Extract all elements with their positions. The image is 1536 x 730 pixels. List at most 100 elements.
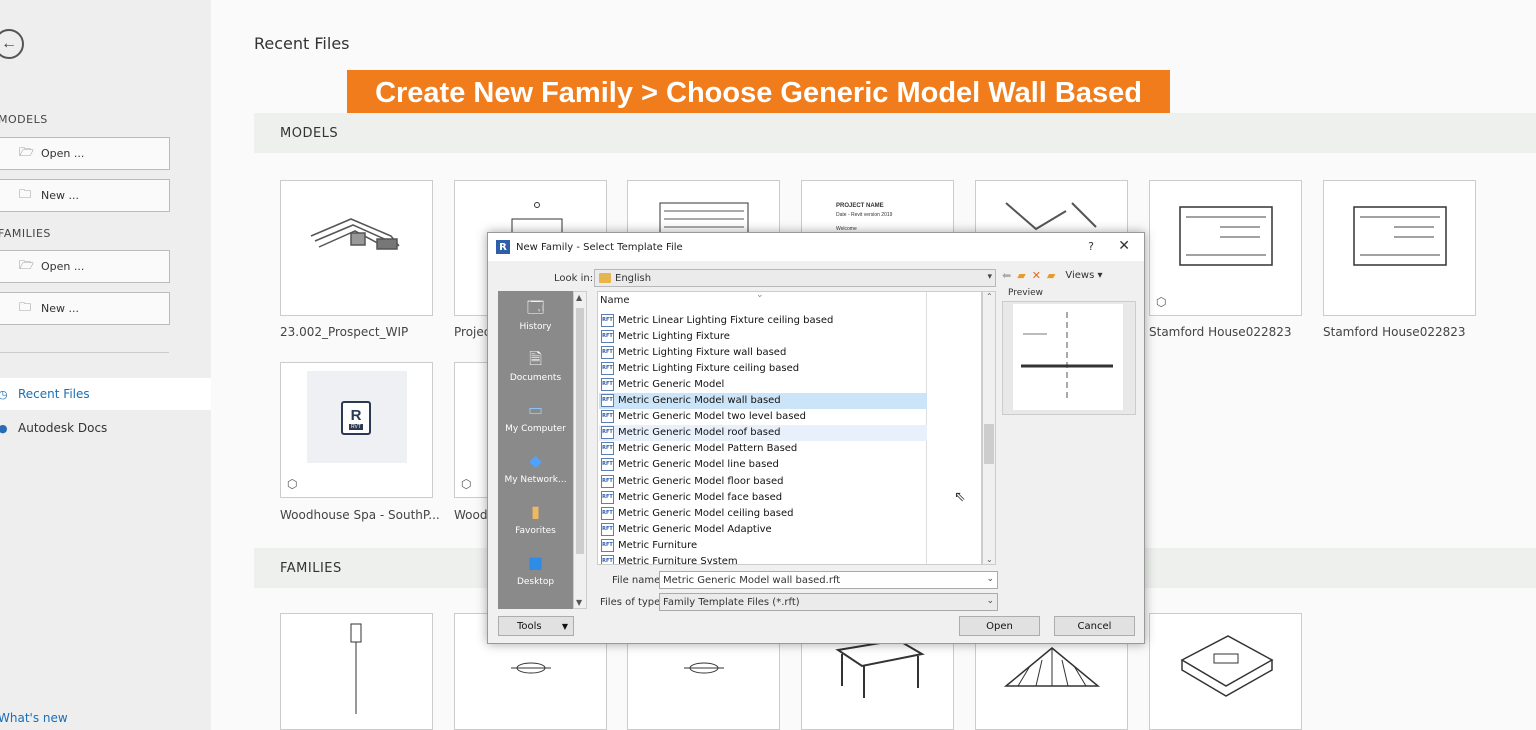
file-list-item-label: Metric Generic Model face based [618,491,783,503]
file-list-item[interactable]: RFT Metric Lighting Fixture [599,328,927,344]
file-list-item[interactable]: RFT Metric Generic Model two level based [599,409,927,425]
file-list-item[interactable]: RFT Metric Lighting Fixture ceiling based [599,360,927,376]
place-documents[interactable]: 🗎 Documents [498,346,573,396]
place-desktop[interactable]: ■ Desktop [498,550,573,600]
file-list-item[interactable]: RFT Metric Generic Model Pattern Based [599,441,927,457]
new-folder-icon[interactable]: ▰ [1047,269,1055,282]
page-title: Recent Files [254,34,350,53]
place-desktop-label: Desktop [516,577,555,587]
new-family-dialog: R New Family - Select Template File ? ✕ … [487,232,1145,644]
folder-icon [599,273,611,283]
place-my-network[interactable]: ◆ My Network... [498,448,573,498]
back-arrow-icon[interactable]: ← [0,29,24,59]
model-thumbnail-7[interactable] [1323,180,1476,316]
up-folder-icon[interactable]: ▰ [1017,269,1025,282]
whats-new-link[interactable]: What's new [0,711,68,725]
file-name-value: Metric Generic Model wall based.rft [663,574,841,586]
place-my-network-label: My Network... [504,475,567,485]
model-thumbnail-7-label: Stamford House022823 [1323,325,1466,339]
file-list-item[interactable]: RFT Metric Generic Model wall based [599,392,927,409]
file-list-item[interactable]: RFT Metric Linear Lighting Fixture ceilin… [599,312,927,328]
cancel-button[interactable]: Cancel [1054,616,1135,636]
close-button[interactable]: ✕ [1118,238,1130,254]
sidebar-item-autodesk-docs[interactable]: ● Autodesk Docs [0,412,211,444]
scroll-up-icon[interactable]: ⌃ [986,292,993,301]
name-column-header[interactable]: Name [600,295,630,306]
delete-icon[interactable]: ✕ [1032,269,1041,282]
open-folder-icon: 🗁 [19,258,34,272]
help-button[interactable]: ? [1088,240,1094,253]
places-scrollbar[interactable]: ▲ ▼ [573,291,587,609]
model-thumbnail-8-label: Woodhouse Spa - SouthP... [280,508,440,522]
tools-button[interactable]: Tools ▼ [498,616,574,636]
rft-file-icon: RFT [601,313,614,327]
models-heading: MODELS [0,113,48,126]
recent-files-label: Recent Files [18,387,90,401]
favorites-folder-icon: ▮ [531,502,540,521]
chevron-down-icon[interactable]: ⌄ [986,574,994,584]
scroll-thumb[interactable] [984,424,994,464]
documents-icon: 🗎 [529,349,542,368]
file-list-item-label: Metric Linear Lighting Fixture ceiling b… [618,314,834,326]
file-list-item[interactable]: RFT Metric Generic Model face based [599,489,927,505]
sidebar-item-recent-files[interactable]: ◷ Recent Files [0,378,211,410]
file-list-item-label: Metric Generic Model [618,378,725,390]
file-list-item[interactable]: RFT Metric Generic Model [599,376,927,392]
autodesk-docs-label: Autodesk Docs [18,421,108,435]
place-my-computer[interactable]: ▭ My Computer [498,397,573,447]
rvt-tile: R RVT [307,371,407,463]
title-sheet-icon [1179,206,1273,266]
scroll-up-icon[interactable]: ▲ [576,293,582,302]
file-list-item[interactable]: RFT Metric Furniture System [599,554,927,565]
look-in-dropdown[interactable]: English ▾ [594,269,996,287]
chevron-down-icon: ▾ [987,272,992,282]
scroll-down-icon[interactable]: ▼ [576,598,582,607]
file-list-item[interactable]: RFT Metric Generic Model line based [599,457,927,473]
open-model-button[interactable]: 🗁 Open ... [0,137,170,170]
scroll-thumb[interactable] [576,308,584,554]
model-thumbnail-9-label: Wood [454,508,488,522]
file-list-item[interactable]: RFT Metric Generic Model ceiling based [599,505,927,521]
navigation-toolbar: ⬅ ▰ ✕ ▰ Views ▾ [1002,269,1103,282]
file-list-item[interactable]: RFT Metric Generic Model roof based [599,424,927,441]
cloud-model-icon: ⬡ [1156,295,1167,309]
files-of-type-dropdown[interactable]: Family Template Files (*.rft) ⌄ [659,593,998,611]
dialog-titlebar[interactable]: R New Family - Select Template File ? ✕ [488,233,1144,261]
file-name-input[interactable]: Metric Generic Model wall based.rft ⌄ [659,571,998,589]
model-thumbnail-8[interactable]: R RVT ⬡ [280,362,433,498]
views-menu[interactable]: Views ▾ [1065,270,1102,281]
open-button[interactable]: Open [959,616,1040,636]
place-favorites[interactable]: ▮ Favorites [498,499,573,549]
model-thumbnail-6-label: Stamford House022823 [1149,325,1292,339]
places-bar: 🗔 History 🗎 Documents ▭ My Computer ◆ My… [498,291,573,609]
file-list-scrollbar[interactable]: ⌃ ⌄ [982,291,996,565]
file-list-item[interactable]: RFT Metric Lighting Fixture wall based [599,344,927,360]
new-family-button[interactable]: 🗀 New ... [0,292,170,325]
rft-file-icon: RFT [601,426,614,440]
family-thumbnail-6[interactable] [1149,613,1302,730]
file-list-item-label: Metric Generic Model ceiling based [618,507,794,519]
file-list-item-label: Metric Furniture System [618,556,738,565]
file-list-item[interactable]: RFT Metric Generic Model floor based [599,473,927,489]
file-list-item-label: Metric Lighting Fixture wall based [618,346,787,358]
model-thumbnail-6[interactable]: ⬡ [1149,180,1302,316]
rft-file-icon: RFT [601,410,614,424]
family-thumbnail-1[interactable] [280,613,433,730]
file-list-item-label: Metric Generic Model Adaptive [618,523,772,535]
file-list-item-label: Metric Generic Model wall based [618,395,781,406]
clock-icon: ◷ [0,387,8,401]
rft-file-icon: RFT [601,538,614,552]
new-model-button[interactable]: 🗀 New ... [0,179,170,212]
left-sidebar: ← MODELS 🗁 Open ... 🗀 New ... FAMILIES 🗁… [0,0,211,730]
open-family-button[interactable]: 🗁 Open ... [0,250,170,283]
chevron-down-icon[interactable]: ⌄ [986,596,994,606]
instruction-banner: Create New Family > Choose Generic Model… [347,70,1170,117]
file-list-item[interactable]: RFT Metric Generic Model Adaptive [599,521,927,537]
wall-section-preview-icon [1021,312,1113,400]
sort-chevron-icon: ⌄ [756,291,764,300]
back-arrow-icon[interactable]: ⬅ [1002,269,1011,282]
scroll-down-icon[interactable]: ⌄ [986,555,993,564]
model-thumbnail-1[interactable] [280,180,433,316]
place-history[interactable]: 🗔 History [498,295,573,345]
file-list-item[interactable]: RFT Metric Furniture [599,537,927,553]
